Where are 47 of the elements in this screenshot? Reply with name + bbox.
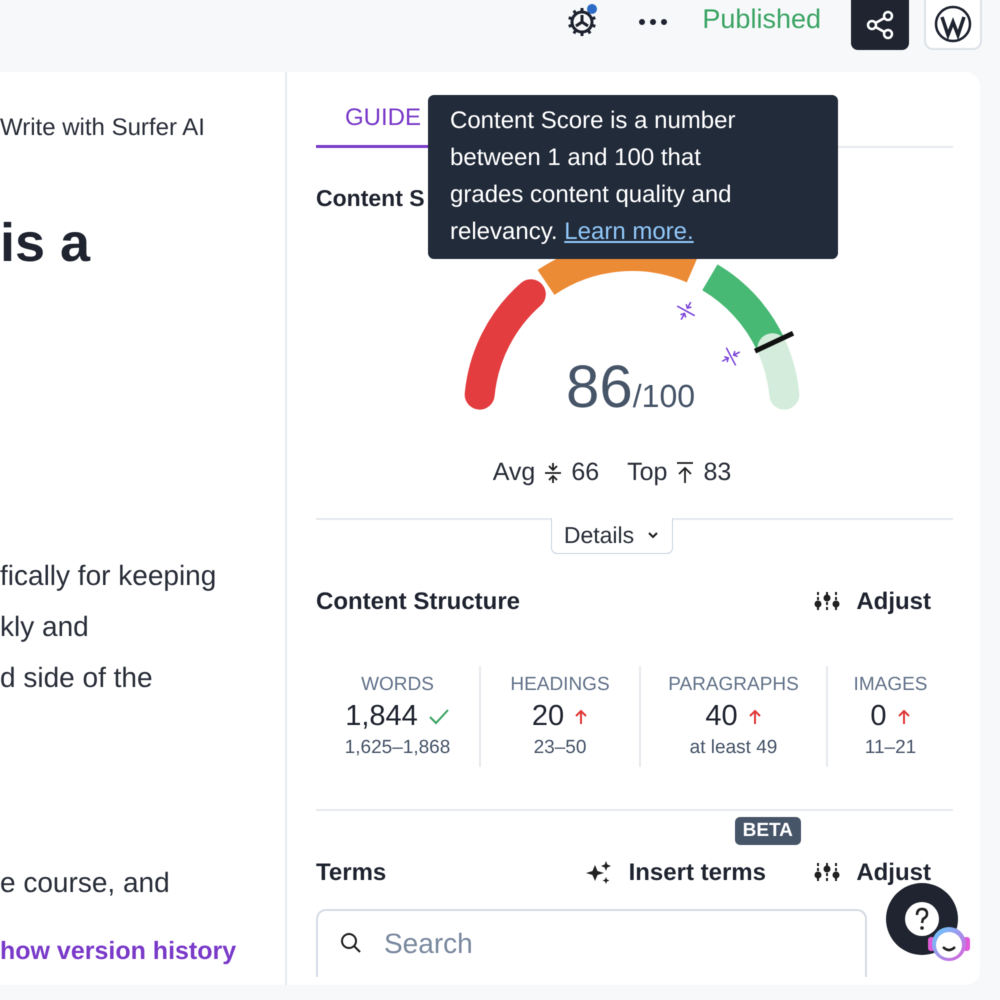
top-icon <box>675 460 696 484</box>
stat-value: 0 <box>870 700 887 733</box>
stat-label: HEADINGS <box>510 674 610 696</box>
article-heading: is a <box>0 212 90 274</box>
avg-marker-icon <box>676 301 696 320</box>
stat-range: at least 49 <box>690 737 778 759</box>
write-with-ai-link[interactable]: Write with Surfer AI <box>0 114 205 142</box>
more-icon[interactable] <box>638 18 668 26</box>
avg-value: 66 <box>571 458 600 487</box>
question-icon <box>902 899 942 939</box>
top-label: Top <box>627 458 668 487</box>
stat-label: WORDS <box>361 674 434 696</box>
version-history-link[interactable]: how version history <box>0 937 236 966</box>
wordpress-button[interactable] <box>924 0 982 50</box>
terms-title: Terms <box>316 859 386 887</box>
article-paragraph: e course, and <box>0 867 170 899</box>
article-paragraph: fically for keeping kly and d side of the <box>0 559 216 695</box>
top-value: 83 <box>703 458 732 487</box>
avg-label: Avg <box>492 458 536 487</box>
adjust-button[interactable]: Adjust <box>814 588 931 616</box>
assistant-avatar-icon[interactable] <box>926 924 972 964</box>
adjust-button[interactable]: Adjust <box>814 859 931 887</box>
status-label: Published <box>702 4 821 35</box>
logo <box>934 5 972 43</box>
stat-value: 20 <box>532 700 564 733</box>
top-marker-icon <box>721 347 741 366</box>
content-structure-title: Content Structure <box>316 588 520 616</box>
stat-label: IMAGES <box>854 674 928 696</box>
learn-more-link[interactable]: Learn more. <box>564 218 694 245</box>
score-needle <box>754 330 794 354</box>
search-field[interactable]: Search <box>316 909 867 977</box>
avg-icon <box>543 460 564 484</box>
details-button[interactable]: Details <box>550 518 674 554</box>
stat-value: 40 <box>705 700 738 733</box>
stat-label: PARAGRAPHS <box>668 674 799 696</box>
content-score-value: 86/100 <box>566 352 696 421</box>
stat-range: 1,625–1,868 <box>344 737 450 759</box>
share-button[interactable] <box>851 0 909 50</box>
sparkle-icon <box>584 860 613 886</box>
stat-value: 1,844 <box>345 700 418 733</box>
stat-range: 11–21 <box>864 737 916 759</box>
insert-terms-button[interactable]: Insert terms <box>584 859 766 887</box>
chevron-down-icon <box>646 530 660 540</box>
stat-range: 23–50 <box>534 737 586 759</box>
tooltip: Content Score is a number between 1 and 100 that grades content quality and relevancy. Learn more. <box>428 95 838 259</box>
content-score-title: Content S <box>316 185 425 212</box>
beta-badge: BETA <box>734 817 801 845</box>
